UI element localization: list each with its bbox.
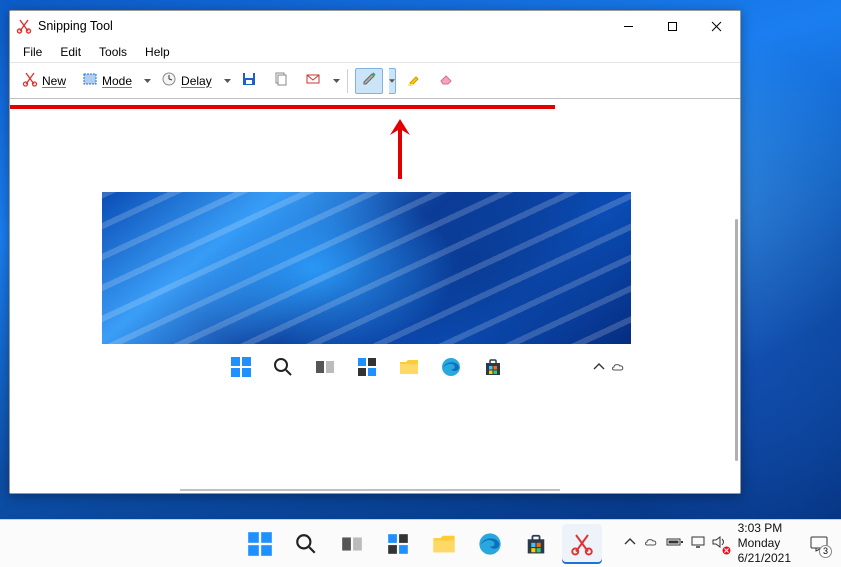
maximize-button[interactable]: [650, 11, 694, 41]
red-annotation-arrow: [382, 119, 422, 189]
start-icon: [229, 355, 253, 379]
pen-dropdown[interactable]: [389, 68, 396, 94]
send-button[interactable]: [299, 68, 327, 94]
pen-icon: [361, 71, 377, 90]
tray-chevron-up-icon[interactable]: [624, 536, 636, 551]
taskbar-center: [240, 524, 602, 564]
store-icon: [481, 355, 505, 379]
eraser-button[interactable]: [432, 68, 460, 94]
mode-dropdown[interactable]: [144, 68, 151, 94]
send-dropdown[interactable]: [333, 68, 340, 94]
tray-onedrive-icon[interactable]: [643, 536, 659, 551]
tray-network-icon[interactable]: [691, 535, 705, 552]
mode-button[interactable]: Mode: [76, 68, 138, 94]
copy-button[interactable]: [267, 68, 295, 94]
toolbar-separator: [347, 69, 348, 93]
task-view-icon: [313, 355, 337, 379]
horizontal-scrollbar[interactable]: [180, 489, 560, 491]
envelope-icon: [305, 71, 321, 90]
menu-tools[interactable]: Tools: [90, 43, 136, 61]
file-explorer-icon: [397, 355, 421, 379]
snipping-tool-icon: [16, 18, 32, 34]
toolbar: New Mode Delay: [10, 63, 740, 99]
edge-icon: [439, 355, 463, 379]
tb-start-button[interactable]: [240, 524, 280, 564]
notification-badge: 3: [819, 545, 832, 558]
notification-center-button[interactable]: 3: [805, 527, 833, 561]
red-annotation-line: [10, 105, 555, 109]
menu-file[interactable]: File: [14, 43, 51, 61]
clock-day: Monday: [738, 536, 791, 551]
highlighter-button[interactable]: [400, 68, 428, 94]
close-button[interactable]: [694, 11, 738, 41]
search-icon: [271, 355, 295, 379]
snip-taskbar: [102, 344, 631, 390]
menu-help[interactable]: Help: [136, 43, 179, 61]
tb-task-view-button[interactable]: [332, 524, 372, 564]
save-icon: [241, 71, 257, 90]
widgets-icon: [355, 355, 379, 379]
mode-label: Mode: [102, 74, 132, 88]
eraser-icon: [438, 71, 454, 90]
tb-widgets-button[interactable]: [378, 524, 418, 564]
window-title: Snipping Tool: [38, 19, 113, 33]
copy-icon: [273, 71, 289, 90]
snip-wallpaper: [102, 192, 631, 344]
tb-snipping-tool-button[interactable]: [562, 524, 602, 564]
canvas-area[interactable]: [10, 99, 740, 493]
delay-button[interactable]: Delay: [155, 68, 218, 94]
menu-edit[interactable]: Edit: [51, 43, 90, 61]
scissors-icon: [22, 71, 38, 90]
save-button[interactable]: [235, 68, 263, 94]
taskbar-clock[interactable]: 3:03 PM Monday 6/21/2021: [738, 521, 791, 566]
pen-button[interactable]: [355, 68, 383, 94]
menubar: File Edit Tools Help: [10, 41, 740, 63]
onedrive-icon: [611, 361, 625, 373]
titlebar[interactable]: Snipping Tool: [10, 11, 740, 41]
tb-search-button[interactable]: [286, 524, 326, 564]
tray-battery-icon[interactable]: [666, 536, 684, 551]
clock-time: 3:03 PM: [738, 521, 791, 536]
clock-icon: [161, 71, 177, 90]
tb-store-button[interactable]: [516, 524, 556, 564]
new-button[interactable]: New: [16, 68, 72, 94]
captured-snip: [102, 192, 631, 390]
vertical-scrollbar[interactable]: [735, 219, 738, 461]
system-tray: 3:03 PM Monday 6/21/2021 3: [624, 520, 841, 567]
highlighter-icon: [406, 71, 422, 90]
desktop-taskbar: 3:03 PM Monday 6/21/2021 3: [0, 519, 841, 567]
tb-file-explorer-button[interactable]: [424, 524, 464, 564]
minimize-button[interactable]: [606, 11, 650, 41]
selection-rect-icon: [82, 71, 98, 90]
tb-edge-button[interactable]: [470, 524, 510, 564]
chevron-up-icon: [593, 361, 605, 373]
delay-dropdown[interactable]: [224, 68, 231, 94]
delay-label: Delay: [181, 74, 212, 88]
tray-volume-icon[interactable]: [712, 535, 728, 552]
new-label: New: [42, 74, 66, 88]
clock-date: 6/21/2021: [738, 551, 791, 566]
snipping-tool-window: Snipping Tool File Edit Tools Help New M…: [9, 10, 741, 494]
